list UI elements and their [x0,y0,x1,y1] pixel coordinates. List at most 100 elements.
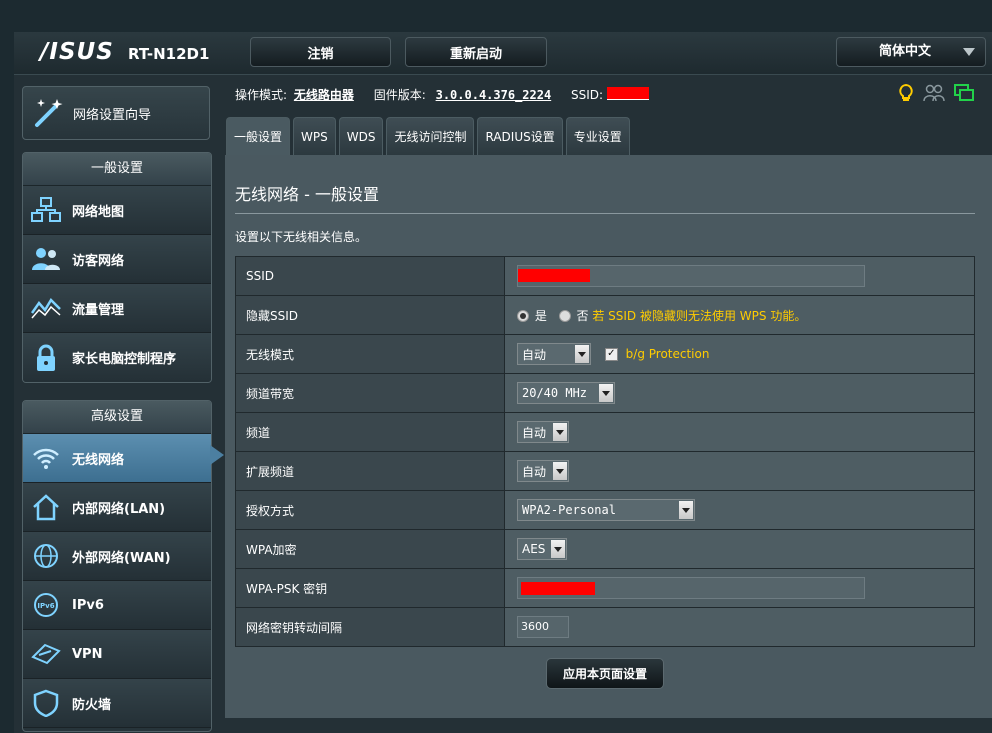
sidebar-item-label: 流量管理 [72,302,125,318]
auth-method-value: WPA2-Personal [522,503,616,517]
active-item-arrow [210,445,224,465]
tab-general[interactable]: 一般设置 [226,117,291,155]
tab-wds[interactable]: WDS [338,117,384,155]
table-row: 扩展频道 自动 [235,451,975,491]
page-description: 设置以下无线相关信息。 [235,230,368,244]
magic-wand-icon [31,95,67,131]
advanced-settings-group: 高级设置 无线网络 内部网络(LAN) 外部网络(WAN) IPv6 IPv6 … [22,400,212,732]
firmware-label: 固件版本: [373,88,426,102]
hide-ssid-no-radio[interactable] [558,310,571,322]
vpn-icon [31,639,61,669]
tab-radius[interactable]: RADIUS设置 [477,117,563,155]
top-header: /ISUS RT-N12D1 注销 重新启动 简体中文 [14,32,992,75]
sidebar-item-parental-control[interactable]: 家长电脑控制程序 [23,333,211,382]
sidebar-item-firewall[interactable]: 防火墙 [23,679,211,728]
table-row: 授权方式 WPA2-Personal [235,490,975,530]
tab-professional[interactable]: 专业设置 [565,117,630,155]
ext-channel-value: 自动 [522,464,547,479]
table-row: WPA-PSK 密钥 [235,568,975,608]
table-row: 无线模式 自动 ✓ b/g Protection [235,334,975,374]
sidebar-item-label: 外部网络(WAN) [72,550,171,566]
table-row: WPA加密 AES [235,529,975,569]
wpa-encryption-select[interactable]: AES [517,538,567,560]
home-lan-icon [31,492,61,522]
wireless-mode-label: 无线模式 [235,334,505,374]
advanced-settings-heading: 高级设置 [23,401,211,434]
ssid-redacted [606,87,649,100]
sidebar-item-wireless[interactable]: 无线网络 [23,434,211,483]
ipv6-icon: IPv6 [31,590,61,620]
tab-bar: 一般设置 WPS WDS 无线访问控制 RADIUS设置 专业设置 [226,117,630,155]
main-panel: 无线网络 - 一般设置 设置以下无线相关信息。 SSID 隐藏SSID 是 否 … [225,155,992,718]
sidebar-item-label: 无线网络 [72,452,125,468]
wpa-encryption-label: WPA加密 [235,529,505,569]
chevron-down-icon [575,345,589,363]
ssid-value-redacted [518,269,590,282]
parental-lock-icon [31,343,61,373]
notification-bulb-icon[interactable] [898,83,914,106]
chevron-down-icon [551,540,565,558]
firewall-icon [31,688,61,718]
bandwidth-select[interactable]: 20/40 MHz [517,382,615,404]
sidebar-item-label: 防火墙 [72,697,112,713]
sidebar-item-label: 家长电脑控制程序 [72,352,177,367]
wireless-icon [31,443,61,473]
channel-label: 频道 [235,412,505,452]
hide-ssid-yes-radio[interactable] [517,310,529,322]
hide-yes-label: 是 [534,308,547,323]
chevron-down-icon [599,384,613,402]
language-value: 简体中文 [879,44,932,59]
apply-button[interactable]: 应用本页面设置 [546,658,664,689]
bg-protection-checkbox[interactable]: ✓ [604,347,618,361]
mode-label: 操作模式: [235,88,288,102]
chevron-down-icon [553,423,567,441]
rekey-interval-input[interactable]: 3600 [517,616,569,638]
wpa-psk-label: WPA-PSK 密钥 [235,568,505,608]
reboot-button[interactable]: 重新启动 [405,37,547,67]
guest-network-icon [31,244,61,274]
table-row: 频道带宽 20/40 MHz [235,373,975,413]
network-wizard-button[interactable]: 网络设置向导 [22,86,210,140]
bg-protection-label: b/g Protection [625,346,710,361]
model-name: RT-N12D1 [128,45,210,63]
wireless-mode-value: 自动 [522,347,547,362]
auth-method-select[interactable]: WPA2-Personal [517,499,695,521]
sidebar-item-lan[interactable]: 内部网络(LAN) [23,483,211,532]
channel-select[interactable]: 自动 [517,421,569,443]
sidebar-item-traffic-manager[interactable]: 流量管理 [23,284,211,333]
bandwidth-label: 频道带宽 [235,373,505,413]
traffic-manager-icon [31,293,61,323]
wireless-mode-select[interactable]: 自动 [517,343,591,365]
hide-ssid-label: 隐藏SSID [235,295,505,335]
general-settings-group: 一般设置 网络地图 访客网络 流量管理 家长电脑控制程序 [22,152,212,383]
sidebar-item-ipv6[interactable]: IPv6 IPv6 [23,581,211,630]
ext-channel-label: 扩展频道 [235,451,505,491]
sidebar-item-label: VPN [72,646,103,662]
hide-ssid-warning: 若 SSID 被隐藏则无法使用 WPS 功能。 [592,308,807,323]
logout-button[interactable]: 注销 [250,37,391,67]
asus-logo: /ISUS [40,39,114,65]
language-select[interactable]: 简体中文 [836,37,986,67]
clients-icon[interactable] [923,84,945,106]
sidebar-item-wan[interactable]: 外部网络(WAN) [23,532,211,581]
table-row: 网络密钥转动间隔 3600 [235,607,975,647]
firmware-value-link[interactable]: 3.0.0.4.376_2224 [436,88,552,102]
wpa-psk-input[interactable] [517,577,865,599]
tab-wps[interactable]: WPS [293,117,336,155]
bandwidth-value: 20/40 MHz [522,386,588,400]
sidebar-item-network-map[interactable]: 网络地图 [23,186,211,235]
tab-access-control[interactable]: 无线访问控制 [386,117,475,155]
sidebar-item-vpn[interactable]: VPN [23,630,211,679]
psk-value-redacted [521,582,595,595]
ssid-input[interactable] [517,265,865,287]
ext-channel-select[interactable]: 自动 [517,460,569,482]
mode-value-link[interactable]: 无线路由器 [294,88,354,102]
internet-connected-icon[interactable] [954,84,974,106]
title-divider [235,213,975,214]
sidebar-item-guest-network[interactable]: 访客网络 [23,235,211,284]
settings-table: SSID 隐藏SSID 是 否 若 SSID 被隐藏则无法使用 WPS 功能。 … [235,256,975,647]
wpa-encryption-value: AES [522,542,546,556]
general-settings-heading: 一般设置 [23,153,211,186]
globe-wan-icon [31,541,61,571]
page-title: 无线网络 - 一般设置 [235,185,379,204]
